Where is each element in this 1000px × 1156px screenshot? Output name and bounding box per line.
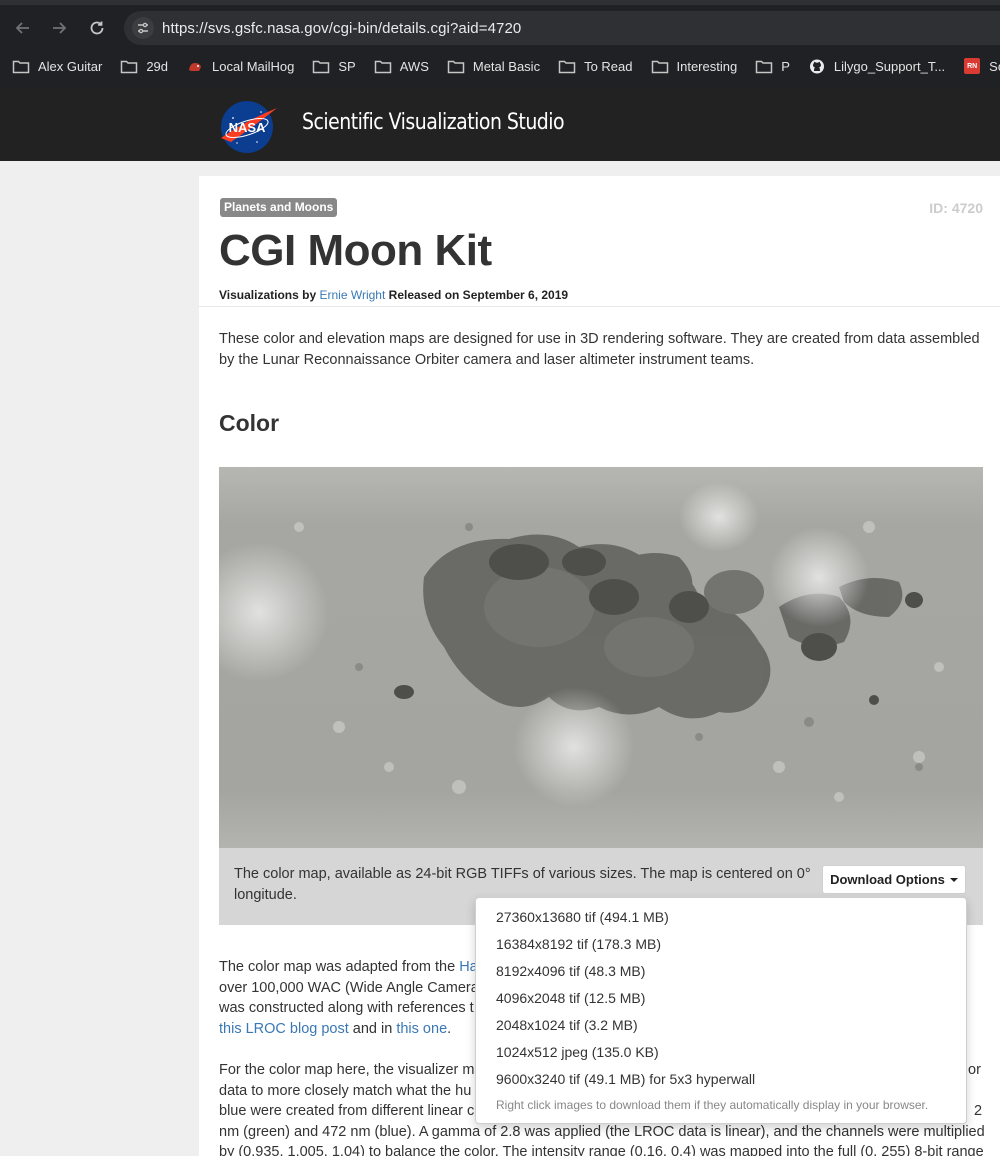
paragraph-line-end: or xyxy=(968,1062,981,1078)
folder-icon xyxy=(755,59,773,74)
bookmark-label: AWS xyxy=(399,58,429,74)
this-one-link[interactable]: this one xyxy=(396,1021,447,1037)
folder-icon xyxy=(651,59,669,74)
nasa-logo[interactable]: NASA xyxy=(217,98,279,154)
back-button[interactable] xyxy=(9,14,37,42)
download-item[interactable]: 27360x13680 tif (494.1 MB) xyxy=(496,909,669,925)
lroc-blog-link[interactable]: this LROC blog post xyxy=(219,1021,349,1037)
download-item[interactable]: 9600x3240 tif (49.1 MB) for 5x3 hyperwal… xyxy=(496,1071,755,1087)
rn-icon: RN xyxy=(963,58,981,74)
address-bar[interactable]: https://svs.gsfc.nasa.gov/cgi-bin/detail… xyxy=(124,11,1000,45)
page-title: CGI Moon Kit xyxy=(219,226,492,275)
item-id: ID: 4720 xyxy=(929,200,983,216)
folder-icon xyxy=(558,59,576,74)
folder-icon xyxy=(120,59,138,74)
url-text: https://svs.gsfc.nasa.gov/cgi-bin/detail… xyxy=(162,19,522,37)
bookmark-label: Interesting xyxy=(676,58,738,74)
bookmark-item[interactable]: Metal Basic xyxy=(447,59,540,74)
site-info-button[interactable] xyxy=(132,17,154,39)
reload-icon xyxy=(90,21,104,35)
paragraph-line: nm (green) and 472 nm (blue). A gamma of… xyxy=(219,1124,985,1140)
bookmark-item[interactable]: P xyxy=(755,59,790,74)
text-fragment: and in xyxy=(348,1021,397,1037)
folder-icon xyxy=(12,59,30,74)
paragraph-line: by (0.935, 1.005, 1.04) to balance the c… xyxy=(219,1144,984,1156)
tab-strip-edge xyxy=(0,0,1000,5)
folder-icon xyxy=(374,59,392,74)
tune-icon xyxy=(138,22,148,34)
bookmark-item[interactable]: Interesting xyxy=(651,58,738,74)
download-options-label: Download Options xyxy=(830,872,945,887)
download-item[interactable]: 8192x4096 tif (48.3 MB) xyxy=(496,963,645,979)
mailhog-icon xyxy=(186,59,204,74)
bookmark-item[interactable]: RN Som xyxy=(963,58,1000,74)
bookmark-item[interactable]: Lilygo_Support_T... xyxy=(808,59,945,74)
download-options-menu: 27360x13680 tif (494.1 MB) 16384x8192 ti… xyxy=(475,897,967,1124)
bookmark-label: Alex Guitar xyxy=(38,58,103,74)
bookmark-label: Som xyxy=(989,58,1000,74)
section-title-color: Color xyxy=(219,410,280,436)
moon-color-map-image[interactable] xyxy=(219,467,983,848)
caret-down-icon xyxy=(949,877,958,882)
rn-badge-text: RN xyxy=(964,58,981,74)
arrow-right-icon xyxy=(53,22,67,34)
bookmark-label: P xyxy=(781,58,790,74)
text-fragment: The color map was adapted from the xyxy=(219,959,460,975)
bookmark-item[interactable]: SP xyxy=(312,58,356,74)
credits-prefix: Visualizations by xyxy=(219,288,317,302)
bookmark-label: SP xyxy=(338,58,356,74)
intro-paragraph: These color and elevation maps are desig… xyxy=(219,331,980,368)
author-link[interactable]: Ernie Wright xyxy=(320,288,386,302)
divider xyxy=(199,306,1000,307)
download-options-button[interactable]: Download Options xyxy=(822,865,966,894)
bookmark-label: Metal Basic xyxy=(472,58,541,74)
bookmark-label: Lilygo_Support_T... xyxy=(833,58,946,74)
arrow-left-icon xyxy=(15,22,29,34)
bookmark-item[interactable]: 29d xyxy=(120,59,168,74)
github-icon xyxy=(808,59,826,74)
download-item[interactable]: 2048x1024 tif (3.2 MB) xyxy=(496,1017,638,1033)
bookmark-item[interactable]: Local MailHog xyxy=(186,59,294,74)
folder-icon xyxy=(447,59,465,74)
folder-icon xyxy=(312,59,330,74)
bookmark-item[interactable]: To Read xyxy=(558,58,633,74)
site-title[interactable]: Scientific Visualization Studio xyxy=(302,110,565,135)
bookmark-label: To Read xyxy=(584,58,633,74)
forward-button[interactable] xyxy=(45,14,73,42)
paragraph-line-end: 2 xyxy=(974,1103,983,1119)
bookmark-label: 29d xyxy=(146,58,169,74)
nasa-logo-text: NASA xyxy=(229,120,266,135)
download-item[interactable]: 4096x2048 tif (12.5 MB) xyxy=(496,990,645,1006)
text-fragment: . xyxy=(447,1021,452,1037)
category-tag[interactable]: Planets and Moons xyxy=(220,198,338,217)
download-note: Right click images to download them if t… xyxy=(496,1098,929,1112)
bookmark-item[interactable]: Alex Guitar xyxy=(12,59,102,74)
release-date: Released on September 6, 2019 xyxy=(388,288,569,302)
bookmark-item[interactable]: AWS xyxy=(374,59,429,74)
bookmarks-bar: Alex Guitar 29d Local MailHog SP AWS Metal Ba… xyxy=(0,52,1000,80)
download-item[interactable]: 1024x512 jpeg (135.0 KB) xyxy=(496,1044,659,1060)
reload-button[interactable] xyxy=(83,14,111,42)
bookmark-label: Local MailHog xyxy=(212,58,295,74)
download-item[interactable]: 16384x8192 tif (178.3 MB) xyxy=(496,936,661,952)
credits-line: Visualizations by Ernie Wright Released … xyxy=(219,288,568,302)
